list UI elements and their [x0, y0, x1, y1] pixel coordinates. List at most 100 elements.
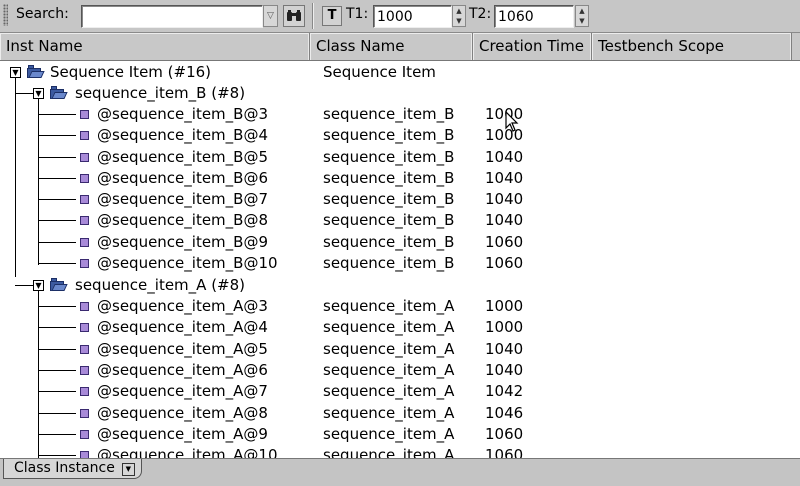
column-header-class-name[interactable]: Class Name	[310, 33, 473, 60]
class-name: sequence_item_B	[323, 233, 455, 251]
tree-line	[38, 434, 76, 435]
inst-name: Sequence Item (#16)	[50, 63, 212, 81]
class-name: sequence_item_B	[323, 126, 455, 144]
object-icon	[80, 110, 89, 119]
object-icon	[80, 323, 89, 332]
toolbar-separator	[312, 3, 313, 29]
binoculars-icon	[287, 10, 301, 21]
spin-up-icon[interactable]: ▲	[453, 6, 465, 16]
spin-down-icon[interactable]: ▼	[576, 16, 588, 26]
class-name: sequence_item_A	[323, 382, 455, 400]
object-icon	[80, 366, 89, 375]
tree-row-item[interactable]: @sequence_item_A@5 sequence_item_A 1040	[0, 339, 800, 360]
inst-name: @sequence_item_B@8	[97, 211, 269, 229]
tree-line	[38, 370, 76, 371]
inst-name: @sequence_item_A@4	[97, 318, 268, 336]
t1-spinner[interactable]: ▲ ▼	[452, 5, 466, 27]
tree-line	[38, 178, 76, 179]
inst-name: @sequence_item_A@6	[97, 361, 268, 379]
tree-row-group[interactable]: ▼ sequence_item_B (#8)	[0, 83, 800, 104]
collapse-icon[interactable]: ▼	[33, 280, 44, 291]
tree-row-item[interactable]: @sequence_item_B@7 sequence_item_B 1040	[0, 189, 800, 210]
class-name: sequence_item_A	[323, 318, 455, 336]
tree-line	[38, 327, 76, 328]
tree-row-item[interactable]: @sequence_item_B@10 sequence_item_B 1060	[0, 253, 800, 274]
tree-line	[38, 114, 76, 115]
tree-line	[38, 455, 76, 456]
tree-row-item[interactable]: @sequence_item_B@4 sequence_item_B 1000	[0, 125, 800, 146]
open-folder-icon	[50, 86, 68, 99]
class-name: sequence_item_B	[323, 254, 455, 272]
column-header-testbench-scope[interactable]: Testbench Scope	[592, 33, 792, 60]
tree-row-item[interactable]: @sequence_item_A@3 sequence_item_A 1000	[0, 296, 800, 317]
object-icon	[80, 451, 89, 458]
tab-label: Class Instance	[14, 460, 115, 476]
class-name: sequence_item_A	[323, 340, 455, 358]
spin-down-icon[interactable]: ▼	[453, 16, 465, 26]
class-name: sequence_item_B	[323, 148, 455, 166]
creation-time: 1060	[485, 233, 524, 251]
class-name: sequence_item_B	[323, 211, 455, 229]
collapse-icon[interactable]: ▼	[33, 88, 44, 99]
tree-row-group[interactable]: ▼ sequence_item_A (#8)	[0, 275, 800, 296]
column-header-creation-time[interactable]: Creation Time	[473, 33, 592, 60]
tree-row-item[interactable]: @sequence_item_B@9 sequence_item_B 1060	[0, 232, 800, 253]
creation-time: 1060	[485, 254, 524, 272]
tree-row-item[interactable]: @sequence_item_A@7 sequence_item_A 1042	[0, 381, 800, 402]
spin-up-icon[interactable]: ▲	[576, 6, 588, 16]
creation-time: 1000	[485, 297, 524, 315]
bottom-tab-bar: Class Instance ▼	[0, 458, 800, 486]
search-label: Search:	[16, 6, 69, 22]
tree-line	[15, 93, 33, 94]
creation-time: 1040	[485, 211, 524, 229]
t2-spinner[interactable]: ▲ ▼	[575, 5, 589, 27]
class-name: sequence_item_A	[323, 297, 455, 315]
inst-name: sequence_item_A (#8)	[75, 276, 246, 294]
inst-name: @sequence_item_A@7	[97, 382, 268, 400]
tree-line	[38, 306, 76, 307]
creation-time: 1040	[485, 148, 524, 166]
tree-row-item[interactable]: @sequence_item_B@5 sequence_item_B 1040	[0, 147, 800, 168]
inst-name: @sequence_item_A@8	[97, 404, 268, 422]
object-icon	[80, 174, 89, 183]
tree-row-item[interactable]: @sequence_item_A@4 sequence_item_A 1000	[0, 317, 800, 338]
tree-line	[38, 199, 76, 200]
tree-line	[38, 349, 76, 350]
inst-name: @sequence_item_A@9	[97, 425, 268, 443]
tree-line	[38, 220, 76, 221]
tree-row-item[interactable]: @sequence_item_A@9 sequence_item_A 1060	[0, 424, 800, 445]
mouse-pointer-icon	[505, 111, 519, 132]
tab-class-instance[interactable]: Class Instance ▼	[3, 459, 142, 479]
class-name: sequence_item_A	[323, 404, 455, 422]
t1-input[interactable]: 1000	[373, 5, 452, 28]
creation-time: 1040	[485, 169, 524, 187]
object-icon	[80, 430, 89, 439]
tree-row-item[interactable]: @sequence_item_B@6 sequence_item_B 1040	[0, 168, 800, 189]
object-icon	[80, 238, 89, 247]
tree-row-item[interactable]: @sequence_item_B@8 sequence_item_B 1040	[0, 210, 800, 231]
tree-row-item[interactable]: @sequence_item_A@6 sequence_item_A 1040	[0, 360, 800, 381]
tab-menu-icon[interactable]: ▼	[121, 463, 135, 476]
search-dropdown-button[interactable]: ▽	[263, 5, 278, 27]
inst-name: @sequence_item_A@5	[97, 340, 268, 358]
column-header-inst-name[interactable]: Inst Name	[0, 33, 310, 60]
toolbar-grip[interactable]	[3, 4, 8, 26]
inst-name: @sequence_item_B@6	[97, 169, 269, 187]
creation-time: 1040	[485, 190, 524, 208]
tree-row-item[interactable]: @sequence_item_A@8 sequence_item_A 1046	[0, 403, 800, 424]
object-icon	[80, 345, 89, 354]
object-icon	[80, 409, 89, 418]
t2-input[interactable]: 1060	[494, 5, 574, 28]
tree-row-item[interactable]: @sequence_item_A@10 sequence_item_A 1060	[0, 445, 800, 458]
tree-row-root[interactable]: ▼ Sequence Item (#16) Sequence Item	[0, 62, 800, 83]
text-toggle-button[interactable]: T	[322, 6, 342, 26]
inst-name: @sequence_item_B@7	[97, 190, 269, 208]
class-name: sequence_item_B	[323, 105, 455, 123]
find-button[interactable]	[283, 5, 305, 27]
collapse-icon[interactable]: ▼	[10, 67, 21, 78]
search-input[interactable]	[81, 5, 263, 28]
tree-line	[38, 413, 76, 414]
instance-tree[interactable]: ▼ Sequence Item (#16) Sequence Item ▼ se…	[0, 61, 800, 458]
tree-row-item[interactable]: @sequence_item_B@3 sequence_item_B 1000	[0, 104, 800, 125]
inst-name: @sequence_item_A@3	[97, 297, 268, 315]
